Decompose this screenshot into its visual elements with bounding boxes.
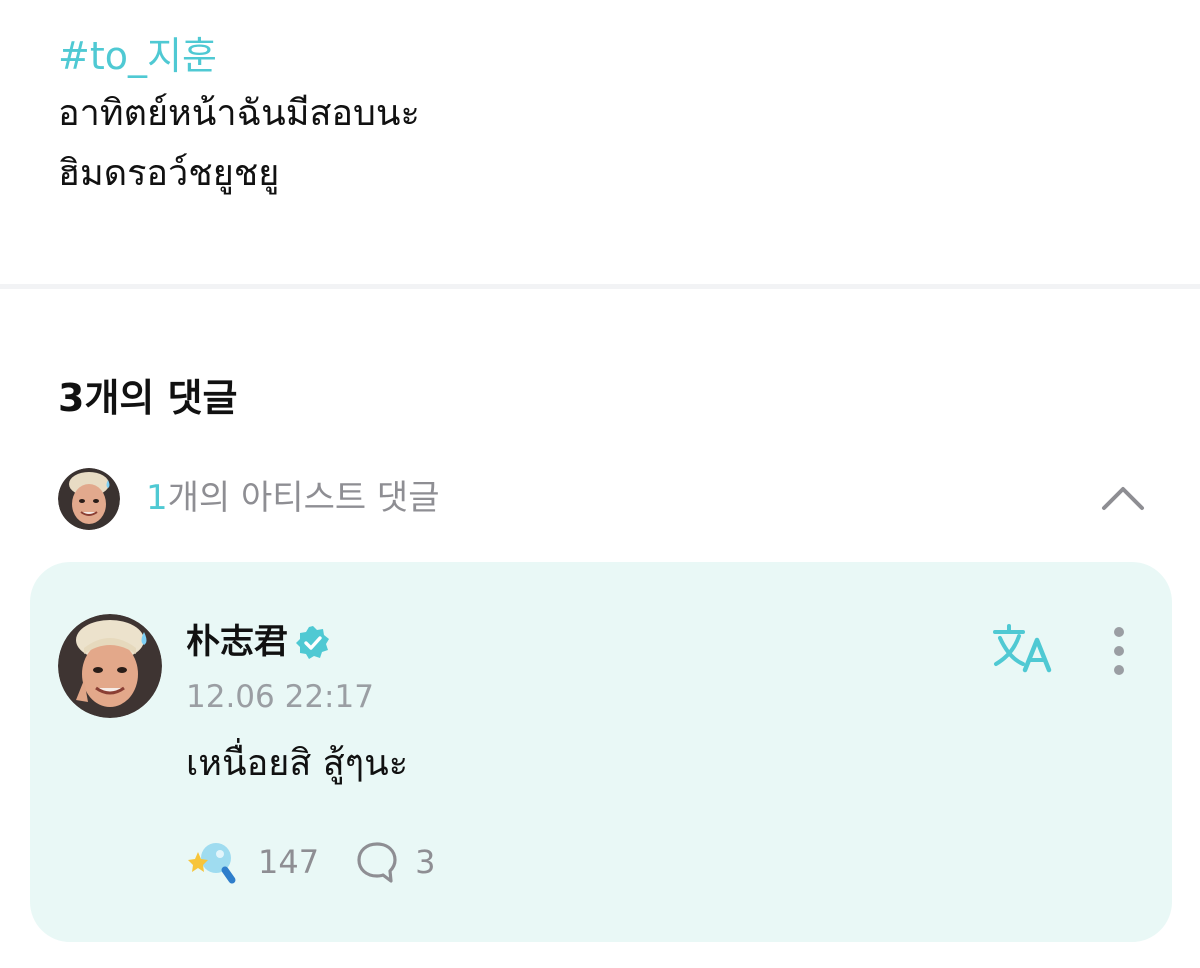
comment-body-text: เหนื่อยสิ สู้ๆนะ <box>186 743 409 784</box>
comment-reactions: 147 3 <box>186 836 435 888</box>
kebab-menu-icon <box>1114 627 1124 675</box>
collapse-button[interactable] <box>1096 476 1150 520</box>
post-content: #to_지훈 อาทิตย์หน้าฉันมีสอบนะ ฮิมดรอว์ชยู… <box>0 0 1200 284</box>
like-count: 147 <box>258 843 320 881</box>
post-text-line-1: อาทิตย์หน้าฉันมีสอบนะ <box>58 93 420 134</box>
artist-comments-count: 1 <box>146 478 168 518</box>
comment-author-name[interactable]: 朴志君 <box>186 618 288 666</box>
artist-comments-summary-label: 1개의 아티스트 댓글 <box>146 472 440 524</box>
like-button[interactable] <box>186 836 238 888</box>
artist-mini-avatar <box>58 468 120 530</box>
artist-comments-label: 개의 아티스트 댓글 <box>167 478 440 518</box>
section-divider <box>0 284 1200 289</box>
artist-comment-card: 朴志君 12.06 22:17 เหนื่อยสิ สู้ๆนะ 147 3 <box>30 562 1172 942</box>
post-text-line-2: ฮิมดรอว์ชยูชยู <box>58 153 280 194</box>
artist-avatar-image <box>58 614 162 718</box>
artist-comments-summary[interactable]: 1개의 아티스트 댓글 <box>0 466 1200 532</box>
comment-timestamp: 12.06 22:17 <box>186 679 374 715</box>
post-hashtag[interactable]: #to_지훈 <box>58 30 217 82</box>
chevron-up-icon <box>1102 487 1144 510</box>
artist-avatar[interactable] <box>58 614 162 718</box>
more-options-button[interactable] <box>1104 624 1134 678</box>
translate-button[interactable] <box>992 624 1054 674</box>
translate-icon <box>993 624 1052 673</box>
comments-count-heading: 3개의 댓글 <box>58 376 238 420</box>
verified-badge-icon <box>296 626 329 659</box>
reply-count: 3 <box>415 843 436 881</box>
artist-mini-avatar-image <box>58 468 120 530</box>
reply-button[interactable] <box>355 840 399 884</box>
